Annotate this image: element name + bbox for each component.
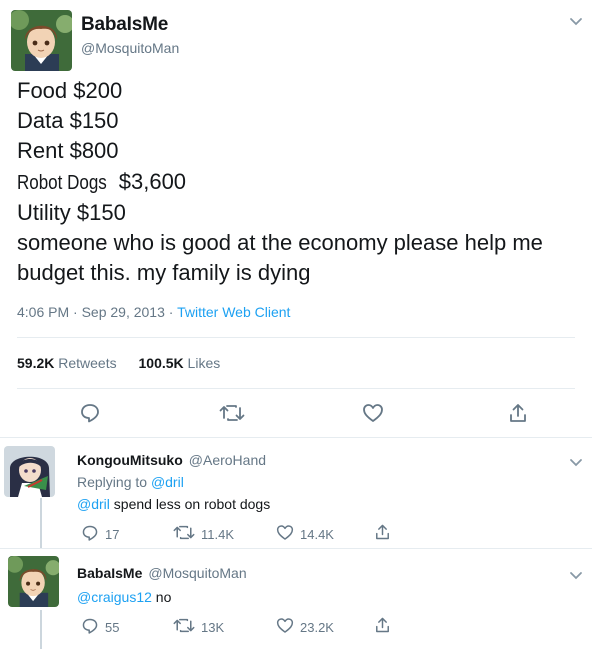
- retweet-action[interactable]: 13K: [173, 617, 224, 637]
- retweet-action[interactable]: 11.4K: [173, 524, 234, 544]
- display-name[interactable]: BabaIsMe: [81, 14, 168, 36]
- mention-link[interactable]: @dril: [151, 474, 184, 490]
- retweet-count: 11.4K: [201, 526, 235, 542]
- mention-link[interactable]: @dril: [77, 496, 110, 512]
- display-name[interactable]: KongouMitsuko: [77, 452, 183, 468]
- share-icon: [374, 616, 391, 637]
- tweet-line: Food $200: [17, 78, 123, 103]
- chevron-down-icon[interactable]: [569, 14, 583, 31]
- reply-count: 55: [105, 620, 120, 635]
- like-action[interactable]: 14.4K: [276, 524, 334, 544]
- chevron-down-icon[interactable]: [569, 568, 583, 586]
- reply-action[interactable]: 17: [81, 524, 119, 545]
- like-count: 14.4K: [300, 526, 334, 542]
- reply-icon: [81, 617, 99, 638]
- share-icon: [374, 523, 391, 544]
- reply-count: 17: [105, 527, 120, 542]
- thread-line: [40, 498, 42, 548]
- avatar[interactable]: [8, 556, 59, 607]
- like-icon: [276, 524, 294, 544]
- like-icon: [276, 617, 294, 637]
- divider: [0, 548, 592, 549]
- engagement-stats: 59.2K Retweets 100.5K Likes: [17, 355, 220, 371]
- reply-header: KongouMitsuko @AeroHand: [77, 452, 266, 470]
- divider: [17, 388, 575, 389]
- tweet-line: budget this. my family is dying: [17, 260, 311, 285]
- reply-icon: [81, 524, 99, 545]
- client-link[interactable]: Twitter Web Client: [177, 304, 290, 320]
- retweets-stat[interactable]: 59.2K Retweets: [17, 355, 117, 371]
- tweet-line: someone who is good at the economy pleas…: [17, 230, 543, 255]
- tweet-line: Rent $800: [17, 138, 119, 163]
- tweet-meta: 4:06 PM · Sep 29, 2013 · Twitter Web Cli…: [17, 304, 290, 320]
- retweet-icon: [173, 617, 195, 637]
- tweet-line: Data $150: [17, 108, 119, 133]
- share-action[interactable]: [374, 616, 391, 637]
- avatar[interactable]: [11, 10, 72, 71]
- divider: [17, 337, 575, 338]
- thread-line: [40, 610, 42, 649]
- mention-link[interactable]: @craigus12: [77, 589, 152, 605]
- reply-header: BabaIsMe @MosquitoMan: [77, 565, 247, 583]
- like-action[interactable]: 23.2K: [276, 617, 334, 637]
- tweet-line: Robot Dogs $3,600: [17, 167, 186, 198]
- share-icon[interactable]: [508, 402, 528, 429]
- retweet-icon[interactable]: [219, 403, 245, 428]
- replying-to: Replying to @dril: [77, 474, 184, 490]
- tweet-line: Utility $150: [17, 200, 126, 225]
- retweet-icon: [173, 524, 195, 544]
- share-action[interactable]: [374, 523, 391, 544]
- user-handle[interactable]: @MosquitoMan: [148, 565, 246, 581]
- reply-icon[interactable]: [79, 402, 101, 429]
- display-name[interactable]: BabaIsMe: [77, 565, 142, 581]
- retweet-count: 13K: [201, 619, 225, 635]
- like-icon[interactable]: [362, 403, 384, 428]
- reply-action[interactable]: 55: [81, 617, 119, 638]
- user-handle[interactable]: @MosquitoMan: [81, 40, 179, 56]
- reply-text: @craigus12 no: [77, 589, 172, 605]
- like-count: 23.2K: [300, 619, 334, 635]
- timestamp[interactable]: 4:06 PM · Sep 29, 2013 ·: [17, 304, 177, 320]
- avatar[interactable]: [4, 446, 55, 497]
- chevron-down-icon[interactable]: [569, 455, 583, 473]
- user-handle[interactable]: @AeroHand: [189, 452, 266, 468]
- reply-text: @dril spend less on robot dogs: [77, 496, 271, 512]
- tweet-line-part: Robot Dogs: [17, 172, 107, 194]
- tweet-line-part: $3,600: [118, 169, 187, 194]
- likes-stat[interactable]: 100.5K Likes: [139, 355, 221, 371]
- divider: [0, 437, 592, 438]
